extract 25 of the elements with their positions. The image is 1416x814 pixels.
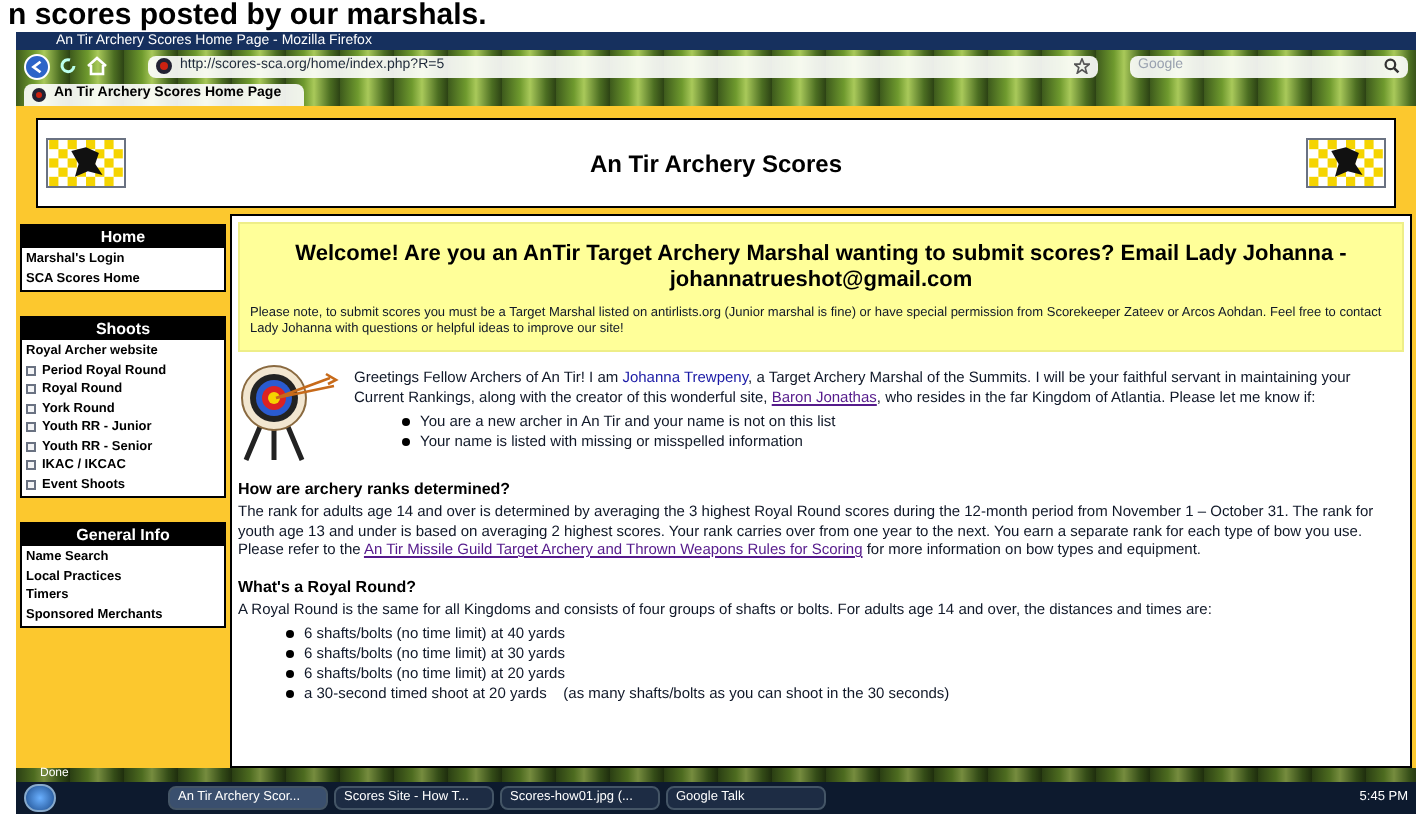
back-button[interactable] <box>24 53 50 79</box>
refresh-icon[interactable] <box>58 56 78 76</box>
bullet-icon <box>286 650 294 658</box>
star-icon[interactable] <box>1074 58 1090 74</box>
panel-heading: General Info <box>22 524 224 546</box>
bullet-icon <box>402 438 410 446</box>
start-button[interactable] <box>24 784 56 812</box>
caption-text: n scores posted by our marshals. <box>6 0 489 32</box>
site-icon <box>32 88 46 102</box>
archery-target-drawing <box>238 362 342 462</box>
site-icon <box>156 58 172 74</box>
panel-heading: Shoots <box>22 318 224 340</box>
welcome-heading: Welcome! Are you an AnTir Target Archery Marshal wanting to submit scores? Email Lady Johanna - johannatrueshot@gmail.com <box>293 242 1349 294</box>
bullet-icon <box>402 418 410 426</box>
bullet-icon <box>286 670 294 678</box>
site-title: An Tir Archery Scores <box>589 147 843 181</box>
bullet-icon <box>286 630 294 638</box>
section-heading: How are archery ranks determined? <box>238 478 513 500</box>
panel-heading: Home <box>22 226 224 248</box>
checkered-logo-icon <box>46 138 126 188</box>
search-icon <box>1384 58 1400 74</box>
section-heading: What's a Royal Round? <box>238 575 419 597</box>
checkered-logo-icon <box>1306 138 1386 188</box>
home-icon[interactable] <box>86 56 108 76</box>
bullet-icon <box>286 690 294 698</box>
